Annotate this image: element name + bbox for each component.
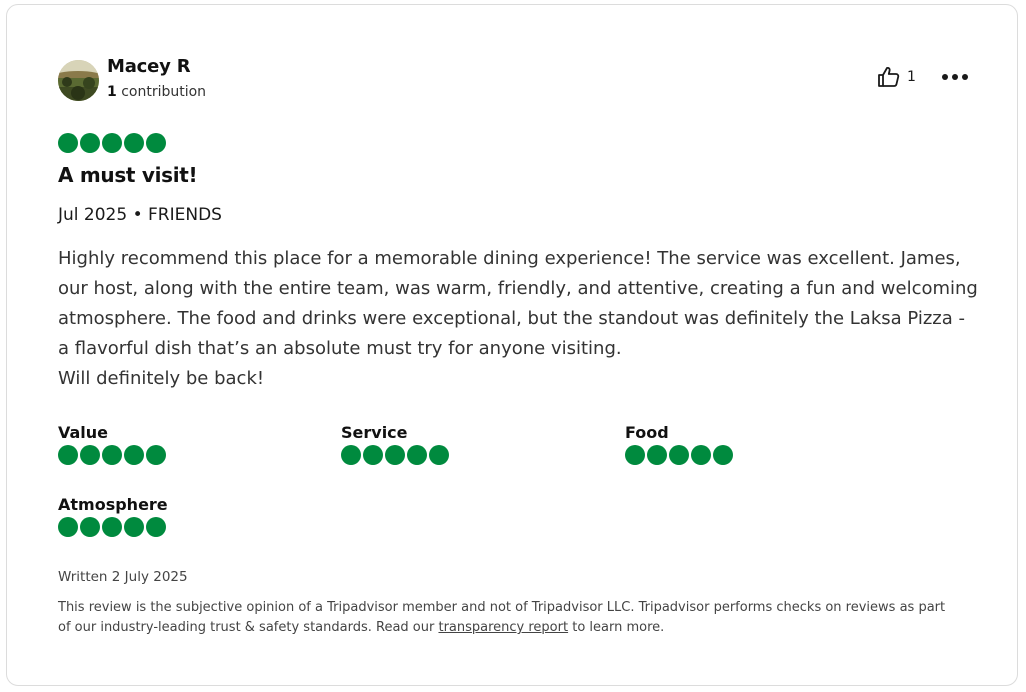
- contribution-count: 1 contribution: [107, 84, 206, 100]
- rating-bubble-filled-icon: [80, 445, 100, 465]
- helpful-count: 1: [907, 69, 916, 85]
- subrating-label: Atmosphere: [58, 495, 168, 514]
- subrating-bubbles: [58, 445, 166, 465]
- subrating-service: Service: [341, 423, 449, 465]
- review-disclaimer: This review is the subjective opinion of…: [58, 598, 958, 638]
- more-options-icon[interactable]: [942, 67, 968, 87]
- rating-bubble-filled-icon: [647, 445, 667, 465]
- rating-bubble-filled-icon: [80, 517, 100, 537]
- subrating-label: Food: [625, 423, 669, 442]
- review-title[interactable]: A must visit!: [58, 163, 198, 187]
- rating-bubble-filled-icon: [58, 445, 78, 465]
- rating-bubble-filled-icon: [102, 445, 122, 465]
- transparency-report-link[interactable]: transparency report: [438, 620, 568, 635]
- rating-bubble-filled-icon: [669, 445, 689, 465]
- contribution-number: 1: [107, 84, 117, 100]
- rating-bubble-filled-icon: [58, 517, 78, 537]
- overall-rating-bubbles: [58, 133, 166, 153]
- subrating-label: Value: [58, 423, 109, 442]
- subrating-value: Value: [58, 423, 166, 465]
- subrating-bubbles: [341, 445, 449, 465]
- rating-bubble-filled-icon: [363, 445, 383, 465]
- avatar[interactable]: [58, 60, 99, 101]
- rating-bubble-filled-icon: [146, 133, 166, 153]
- author-name[interactable]: Macey R: [107, 56, 191, 77]
- rating-bubble-filled-icon: [146, 517, 166, 537]
- user-avatar-photo-icon: [58, 60, 99, 101]
- subrating-bubbles: [625, 445, 733, 465]
- rating-bubble-filled-icon: [429, 445, 449, 465]
- rating-bubble-filled-icon: [385, 445, 405, 465]
- subrating-bubbles: [58, 517, 168, 537]
- rating-bubble-filled-icon: [58, 133, 78, 153]
- rating-bubble-filled-icon: [407, 445, 427, 465]
- rating-bubble-filled-icon: [80, 133, 100, 153]
- disclaimer-text-end: to learn more.: [568, 620, 665, 635]
- written-date: Written 2 July 2025: [58, 569, 188, 585]
- rating-bubble-filled-icon: [146, 445, 166, 465]
- helpful-vote-button[interactable]: 1: [877, 65, 916, 89]
- rating-bubble-filled-icon: [124, 445, 144, 465]
- rating-bubble-filled-icon: [102, 517, 122, 537]
- subrating-food: Food: [625, 423, 733, 465]
- review-body-paragraph: Will definitely be back!: [58, 368, 265, 389]
- review-meta: Jul 2025 • FRIENDS: [58, 205, 222, 225]
- rating-bubble-filled-icon: [102, 133, 122, 153]
- rating-bubble-filled-icon: [713, 445, 733, 465]
- contribution-label: contribution: [121, 84, 207, 100]
- rating-bubble-filled-icon: [625, 445, 645, 465]
- review-body: Highly recommend this place for a memora…: [58, 244, 978, 394]
- review-body-paragraph: Highly recommend this place for a memora…: [58, 248, 978, 359]
- subrating-label: Service: [341, 423, 408, 442]
- subrating-atmosphere: Atmosphere: [58, 495, 168, 537]
- rating-bubble-filled-icon: [124, 517, 144, 537]
- rating-bubble-filled-icon: [341, 445, 361, 465]
- rating-bubble-filled-icon: [691, 445, 711, 465]
- thumbs-up-icon: [878, 66, 900, 87]
- rating-bubble-filled-icon: [124, 133, 144, 153]
- review-card: Macey R 1 contribution 1 A must visit! J…: [6, 4, 1018, 686]
